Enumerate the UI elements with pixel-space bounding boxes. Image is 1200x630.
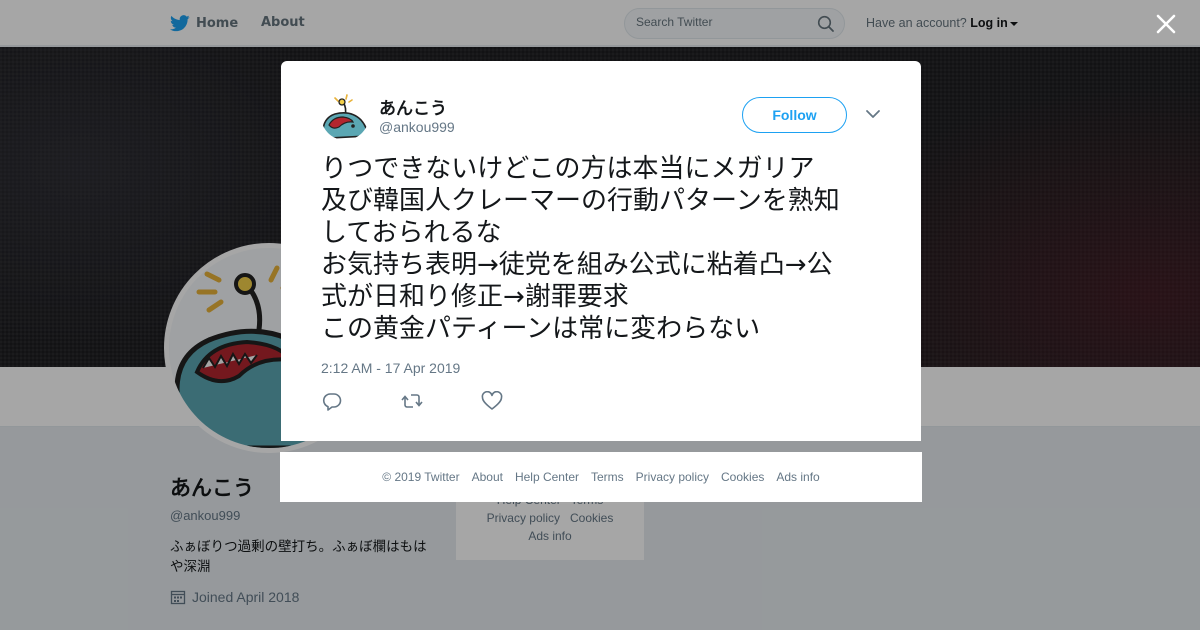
like-icon[interactable] [481,391,503,411]
footer-link-about[interactable]: About [472,470,503,484]
retweet-icon[interactable] [401,391,423,411]
tweet-modal: あんこう @ankou999 Follow りつできないけどこの方は本当にメガリ… [281,61,921,441]
footer-link-ads-info[interactable]: Ads info [776,470,819,484]
tweet-text: りつできないけどこの方は本当にメガリア 及び韓国人クレーマーの行動パターンを熟知… [321,154,840,344]
tweet-author-avatar[interactable] [321,92,369,140]
modal-footer: © 2019 Twitter About Help Center Terms P… [280,452,922,502]
chevron-down-icon[interactable] [865,108,881,120]
footer-link-cookies[interactable]: Cookies [721,470,764,484]
tweet-timestamp[interactable]: 2:12 AM - 17 Apr 2019 [321,360,460,376]
tweet-author-name[interactable]: あんこう [379,94,447,119]
footer-copyright: © 2019 Twitter [382,470,460,484]
follow-button[interactable]: Follow [742,97,847,133]
anglerfish-avatar-image [321,92,369,140]
footer-link-privacy-policy[interactable]: Privacy policy [636,470,709,484]
footer-link-help-center[interactable]: Help Center [515,470,579,484]
close-icon[interactable] [1156,14,1176,34]
tweet-author-handle[interactable]: @ankou999 [379,119,455,135]
reply-icon[interactable] [321,391,343,411]
footer-link-terms[interactable]: Terms [591,470,624,484]
